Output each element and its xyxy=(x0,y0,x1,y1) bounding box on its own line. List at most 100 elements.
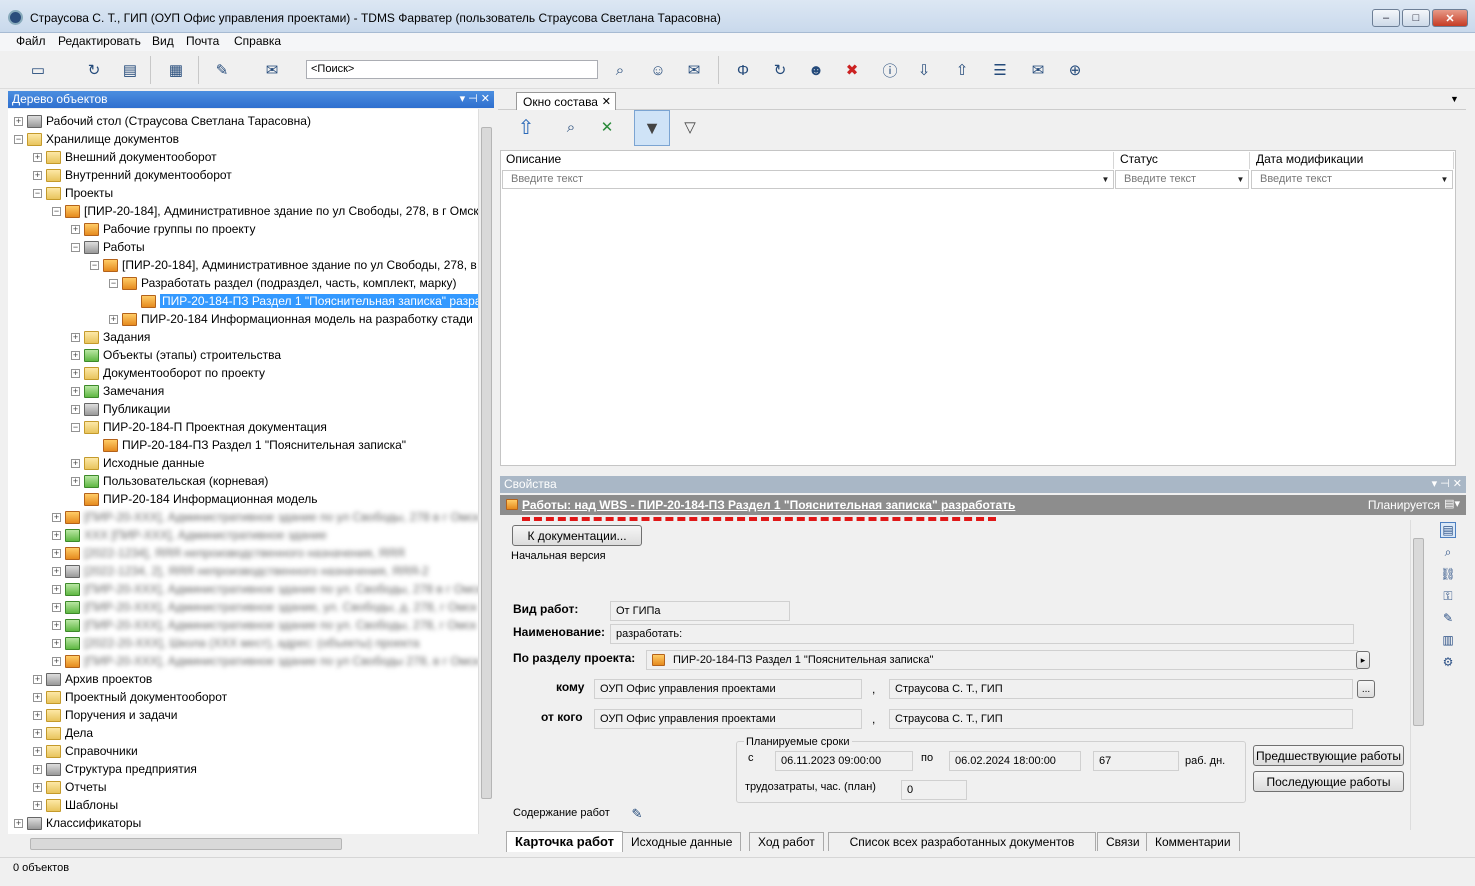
menu-mail[interactable]: Почта xyxy=(186,34,219,48)
tree-node[interactable]: − Хранилище документов xyxy=(14,130,179,148)
tree-node[interactable]: + [ПИР-20-XXX], Административное здание п… xyxy=(52,508,478,526)
send-icon[interactable]: ✉ xyxy=(260,58,284,82)
tree-expander-icon[interactable]: + xyxy=(33,764,42,774)
tree-expander-icon[interactable]: + xyxy=(71,458,80,468)
tree-expander-icon[interactable]: + xyxy=(52,638,61,648)
refresh-icon[interactable]: ↻ xyxy=(82,58,106,82)
tab-source-data[interactable]: Исходные данные xyxy=(622,832,742,851)
preview-icon[interactable]: ⌕ xyxy=(1440,545,1456,561)
key-icon[interactable]: ⚿ xyxy=(1440,589,1456,605)
tab-close-icon[interactable]: ✕ xyxy=(602,95,611,108)
column-status[interactable]: Статус xyxy=(1114,152,1250,169)
tree-expander-icon[interactable]: + xyxy=(52,602,61,612)
tree-node[interactable]: ПИР-20-184-ПЗ Раздел 1 "Пояснительная за… xyxy=(128,292,478,310)
tree-expander-icon[interactable]: + xyxy=(71,332,80,342)
tree-node[interactable]: + Архив проектов xyxy=(33,670,152,688)
maximize-button[interactable]: □ xyxy=(1402,9,1430,27)
tree-node[interactable]: ПИР-20-184-ПЗ Раздел 1 "Пояснительная за… xyxy=(90,436,406,454)
section-open-button[interactable]: ▸ xyxy=(1356,651,1370,669)
tab-all-documents[interactable]: Список всех разработанных документов xyxy=(828,832,1096,851)
tree-node[interactable]: + Дела xyxy=(33,724,93,742)
tree-expander-icon[interactable]: + xyxy=(33,170,42,180)
tab-work-card[interactable]: Карточка работ xyxy=(506,831,623,852)
end-date-field[interactable]: 06.02.2024 18:00:00 xyxy=(949,751,1081,771)
users-icon[interactable]: ☻ xyxy=(804,58,828,82)
tree-expander-icon[interactable]: + xyxy=(33,710,42,720)
tree-expander-icon[interactable]: + xyxy=(14,818,23,828)
tree-vertical-scrollbar[interactable] xyxy=(478,109,494,834)
tree-expander-icon[interactable]: + xyxy=(71,404,80,414)
tree-node[interactable]: − Работы xyxy=(71,238,145,256)
tree-expander-icon[interactable]: + xyxy=(71,386,80,396)
properties-controls[interactable]: ▾ ⊣ ✕ xyxy=(1432,477,1462,490)
filter-modified-input[interactable]: Введите текст ▼ xyxy=(1251,170,1453,189)
tree-node[interactable]: + [ПИР-20-XXX], Административное здание п… xyxy=(52,580,478,598)
tree-node[interactable]: + Шаблоны xyxy=(33,796,118,814)
tree-node[interactable]: + Внутренний документооборот xyxy=(33,166,232,184)
tree-expander-icon[interactable]: + xyxy=(33,674,42,684)
tree-expander-icon[interactable]: − xyxy=(33,188,42,198)
filter-icon[interactable]: ▼ xyxy=(634,110,670,146)
tree-node[interactable]: + Классификаторы xyxy=(14,814,141,832)
upload-icon[interactable]: ⇧ xyxy=(950,58,974,82)
start-date-field[interactable]: 06.11.2023 09:00:00 xyxy=(775,751,913,771)
tree-expander-icon[interactable]: + xyxy=(52,566,61,576)
inbox-icon[interactable]: ✉ xyxy=(1026,58,1050,82)
to-documentation-button[interactable]: К документации... xyxy=(512,525,642,546)
tree-expander-icon[interactable]: + xyxy=(71,476,80,486)
tree-expander-icon[interactable]: + xyxy=(52,656,61,666)
tree-node[interactable]: − [ПИР-20-184], Административное здание п… xyxy=(90,256,477,274)
pencil-icon[interactable]: ✎ xyxy=(1440,611,1456,627)
tree-expander-icon[interactable]: − xyxy=(90,260,99,270)
tree-node[interactable]: − Проекты xyxy=(33,184,113,202)
to-person-field[interactable]: Страусова С. Т., ГИП xyxy=(889,679,1353,699)
filter-status-input[interactable]: Введите текст ▼ xyxy=(1115,170,1249,189)
tree-node[interactable]: + Объекты (этапы) строительства xyxy=(71,346,281,364)
tree-node[interactable]: + Структура предприятия xyxy=(33,760,197,778)
link-icon[interactable]: ⛓ xyxy=(1440,567,1456,583)
tree-node[interactable]: + Задания xyxy=(71,328,150,346)
tree-expander-icon[interactable]: − xyxy=(14,134,23,144)
mail-icon[interactable]: ✉ xyxy=(682,58,706,82)
properties-scrollbar[interactable] xyxy=(1410,520,1426,830)
excel-export-icon[interactable]: ✕ xyxy=(595,115,619,139)
filter-settings-icon[interactable]: ▽ xyxy=(678,115,702,139)
disconnect-icon[interactable]: ✖ xyxy=(840,58,864,82)
tree-expander-icon[interactable]: + xyxy=(14,116,23,126)
from-person-field[interactable]: Страусова С. Т., ГИП xyxy=(889,709,1353,729)
tree-panel-controls[interactable]: ▾ ⊣ ✕ xyxy=(460,92,490,105)
minimize-button[interactable]: – xyxy=(1372,9,1400,27)
tree-node[interactable]: + [2022-20-XXX], Школа (XXX мест), адрес:… xyxy=(52,634,419,652)
to-select-button[interactable]: ... xyxy=(1357,680,1375,698)
tree-expander-icon[interactable]: + xyxy=(71,368,80,378)
tree-expander-icon[interactable]: + xyxy=(33,152,42,162)
next-works-button[interactable]: Последующие работы xyxy=(1253,771,1404,792)
tdms-icon[interactable]: Φ xyxy=(731,58,755,82)
tree-node[interactable]: + Отчеты xyxy=(33,778,106,796)
properties-object-link[interactable]: Работы: над WBS - ПИР-20-184-ПЗ Раздел 1… xyxy=(522,498,1015,512)
menu-edit[interactable]: Редактировать xyxy=(58,34,141,48)
tree-expander-icon[interactable]: + xyxy=(52,530,61,540)
tree-expander-icon[interactable]: − xyxy=(71,422,80,432)
tab-progress[interactable]: Ход работ xyxy=(749,832,824,851)
edit-message-icon[interactable]: ✎ xyxy=(210,58,234,82)
book-icon[interactable]: ▥ xyxy=(1440,633,1456,649)
name-field[interactable]: разработать: xyxy=(610,624,1354,644)
from-org-field[interactable]: ОУП Офис управления проектами xyxy=(594,709,862,729)
up-arrow-icon[interactable]: ⇧ xyxy=(514,115,538,139)
tree-node[interactable]: + Замечания xyxy=(71,382,164,400)
tree-expander-icon[interactable]: + xyxy=(33,782,42,792)
tree-node[interactable]: + [ПИР-20-XXX], Административное здание п… xyxy=(52,616,476,634)
tree-node[interactable]: +Почта (Страусова Светлана Тарасовна) xyxy=(14,832,269,834)
tree-expander-icon[interactable]: + xyxy=(52,512,61,522)
menu-view[interactable]: Вид xyxy=(152,34,174,48)
tree-node[interactable]: + [ПИР-20-XXX], Административное здание, … xyxy=(52,598,477,616)
tree-expander-icon[interactable]: − xyxy=(109,278,118,288)
tree-expander-icon[interactable]: + xyxy=(109,314,118,324)
tree-node[interactable]: + Рабочий стол (Страусова Светлана Тарасо… xyxy=(14,112,311,130)
tree-node[interactable]: − ПИР-20-184-П Проектная документация xyxy=(71,418,327,436)
filter-search-icon[interactable]: ⌕ xyxy=(559,115,583,139)
clipboard-icon[interactable]: ▦ xyxy=(164,58,188,82)
state-menu-icon[interactable]: ▤▾ xyxy=(1444,497,1460,510)
tree-horizontal-scrollbar[interactable] xyxy=(8,836,478,853)
